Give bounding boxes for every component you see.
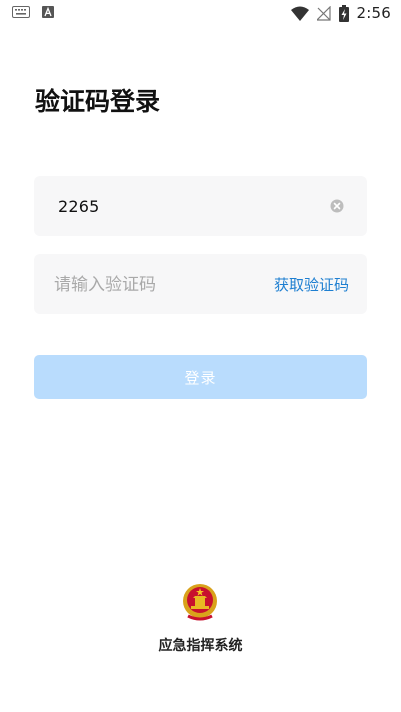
verification-code-field[interactable]: 获取验证码 [34,254,367,314]
national-emblem-icon [183,584,217,621]
font-a-icon [42,6,54,18]
status-bar: 2:56 [0,0,401,28]
login-button[interactable]: 登录 [34,355,367,399]
phone-input-value[interactable]: 2265 [58,197,100,216]
wifi-icon [290,6,309,21]
verification-code-input[interactable] [52,270,256,300]
page-title: 验证码登录 [35,87,161,116]
get-code-button[interactable]: 获取验证码 [274,274,349,295]
system-name: 应急指挥系统 [158,638,243,654]
clear-icon[interactable] [329,198,345,214]
status-time: 2:56 [356,4,391,22]
battery-charging-icon [338,4,349,22]
keyboard-icon [12,6,30,18]
no-signal-icon [316,5,331,21]
phone-field[interactable]: 2265 [34,176,367,236]
status-bar-left [12,6,54,18]
status-bar-right: 2:56 [290,4,391,22]
